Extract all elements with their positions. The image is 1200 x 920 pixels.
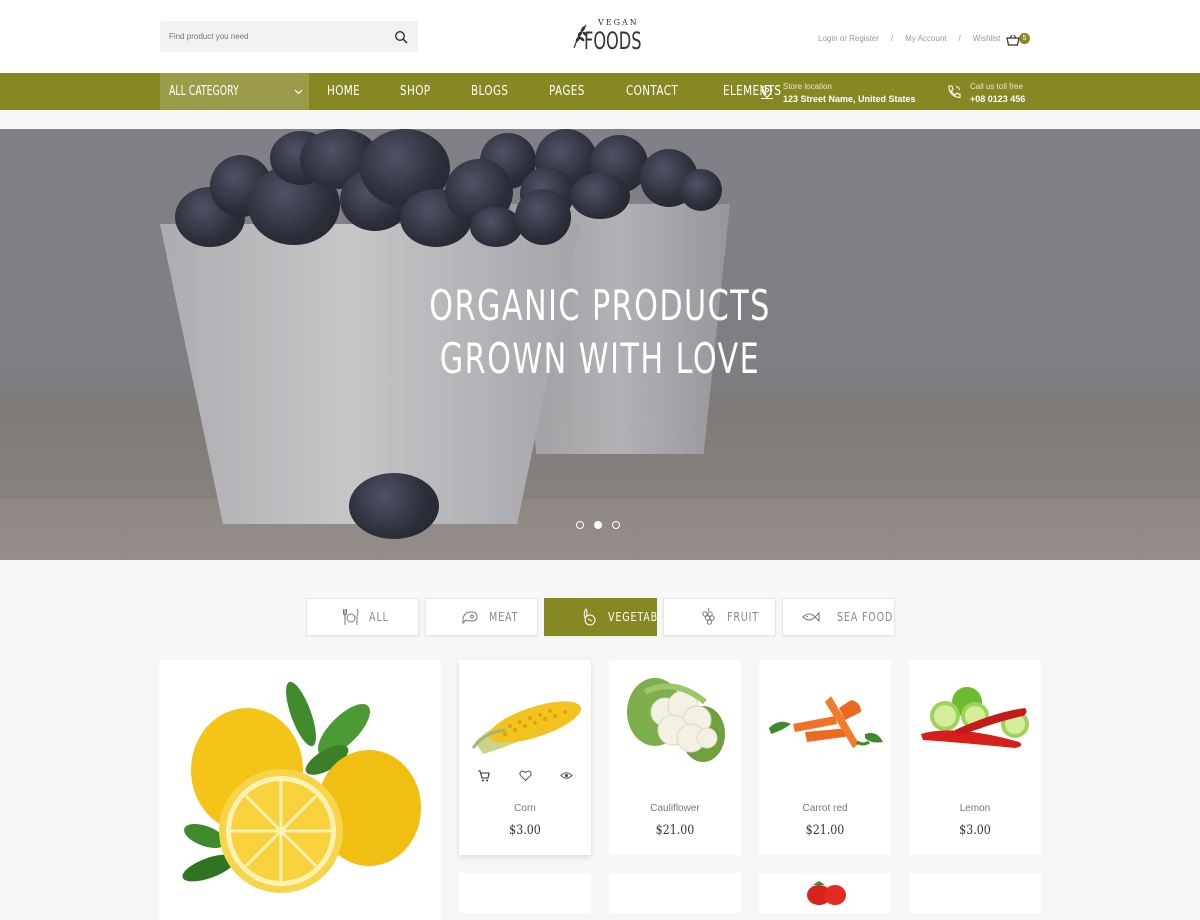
- login-register-link[interactable]: Login or Register: [818, 34, 879, 43]
- add-to-cart-icon[interactable]: [477, 769, 490, 782]
- tab-sea-food-label: SEA FOOD: [837, 610, 894, 624]
- call-number[interactable]: +08 0123 456: [970, 94, 1025, 104]
- logo-main-text: FOODS: [584, 27, 642, 55]
- slider-dots: [576, 521, 620, 529]
- chevron-down-icon: [294, 89, 303, 95]
- product-name[interactable]: Carrot red: [759, 803, 891, 814]
- store-location: Store location 123 Street Name, United S…: [759, 73, 929, 110]
- tab-vegetable-label: VEGETABLE: [608, 610, 672, 624]
- corn-product-image: [471, 701, 581, 754]
- cauliflower-product-image: [627, 678, 725, 762]
- phone-icon: [948, 85, 961, 98]
- wishlist-link[interactable]: Wishlist: [973, 34, 1001, 43]
- basket-icon: [1006, 34, 1020, 46]
- nav-item-pages[interactable]: PAGES: [549, 73, 585, 110]
- site-logo[interactable]: VEGAN FOODS: [570, 18, 642, 60]
- fish-icon: [802, 611, 820, 623]
- product-price: $3.00: [509, 823, 541, 838]
- menu-items: HOME SHOP BLOGS PAGES CONTACT ELEMENTS: [327, 73, 828, 110]
- all-category-dropdown[interactable]: ALL CATEGORY: [160, 73, 309, 110]
- strawberry-product-image: [807, 881, 846, 905]
- product-actions: [477, 769, 577, 785]
- logo-top-text: VEGAN: [598, 18, 639, 27]
- nav-item-contact[interactable]: CONTACT: [626, 73, 678, 110]
- location-pin-icon: [761, 84, 773, 99]
- quick-view-eye-icon[interactable]: [560, 769, 573, 782]
- link-separator: /: [890, 34, 894, 43]
- carrot-product-image: [769, 696, 883, 748]
- nav-item-blogs[interactable]: BLOGS: [471, 73, 508, 110]
- slider-dot-1[interactable]: [576, 521, 584, 529]
- product-card-strawberry-partial[interactable]: [759, 873, 891, 913]
- call-label: Call us toll free: [970, 82, 1023, 91]
- lemons-product-image: [182, 681, 421, 893]
- product-price: $21.00: [655, 823, 695, 838]
- tab-meat-label: MEAT: [489, 610, 519, 624]
- tab-vegetable-active[interactable]: VEGETABLE: [544, 598, 670, 636]
- tab-fruit-label: FRUIT: [727, 610, 759, 624]
- product-card-carrot-red[interactable]: Carrot red $21.00: [759, 660, 891, 855]
- vegetable-icon: [583, 608, 596, 626]
- lime-chili-product-image: [921, 687, 1029, 748]
- search-input[interactable]: [160, 21, 380, 52]
- wishlist-heart-icon[interactable]: [519, 769, 532, 782]
- main-nav: ALL CATEGORY HOME SHOP BLOGS PAGES CONTA…: [0, 73, 1200, 110]
- product-card-partial[interactable]: [609, 873, 741, 913]
- slider-dot-3[interactable]: [612, 521, 620, 529]
- link-separator: /: [958, 34, 961, 43]
- store-location-value: 123 Street Name, United States: [783, 94, 916, 104]
- category-tabs: ALL MEAT VEGETABLE FRUIT SEA FOOD: [306, 598, 895, 636]
- tab-all-label: ALL: [369, 610, 389, 624]
- my-account-link[interactable]: My Account: [905, 34, 946, 43]
- hero-headline-line2: GROWN WITH LOVE: [439, 334, 761, 383]
- meat-icon: [462, 611, 478, 625]
- all-category-label: ALL CATEGORY: [169, 84, 239, 99]
- hero-slider: ORGANIC PRODUCTS GROWN WITH LOVE: [0, 129, 1200, 560]
- cart-button[interactable]: 5: [1006, 31, 1032, 47]
- product-card-cauliflower[interactable]: Cauliflower $21.00: [609, 660, 741, 855]
- tab-meat[interactable]: MEAT: [425, 598, 538, 636]
- product-card-corn[interactable]: Corn $3.00: [459, 660, 591, 855]
- account-links: Login or Register / My Account / Wishlis…: [818, 34, 1000, 43]
- product-name[interactable]: Cauliflower: [609, 803, 741, 814]
- cutlery-icon: [343, 608, 359, 625]
- product-name[interactable]: Corn: [459, 803, 591, 814]
- product-price: $21.00: [805, 823, 845, 838]
- product-card-partial[interactable]: [459, 873, 591, 913]
- tab-fruit[interactable]: FRUIT: [663, 598, 776, 636]
- product-card-lemon[interactable]: Lemon $3.00: [909, 660, 1041, 855]
- store-location-label: Store location: [783, 82, 832, 91]
- slider-dot-2-active[interactable]: [594, 521, 602, 529]
- tab-sea-food[interactable]: SEA FOOD: [782, 598, 895, 636]
- product-name[interactable]: Lemon: [909, 803, 1041, 814]
- top-bar: VEGAN FOODS Login or Register / My Accou…: [0, 0, 1200, 73]
- hero-headline-line1: ORGANIC PRODUCTS: [429, 281, 771, 330]
- search-icon[interactable]: [394, 30, 408, 44]
- product-card-partial[interactable]: [909, 873, 1041, 913]
- tab-all[interactable]: ALL: [306, 598, 419, 636]
- grapes-icon: [702, 607, 715, 625]
- nav-item-shop[interactable]: SHOP: [400, 73, 430, 110]
- toll-free-call: Call us toll free +08 0123 456: [946, 73, 1046, 110]
- cart-count-badge: 5: [1019, 33, 1030, 44]
- featured-product-card[interactable]: [159, 660, 441, 920]
- nav-item-home[interactable]: HOME: [327, 73, 360, 110]
- search-box: [160, 21, 418, 52]
- product-price: $3.00: [959, 823, 991, 838]
